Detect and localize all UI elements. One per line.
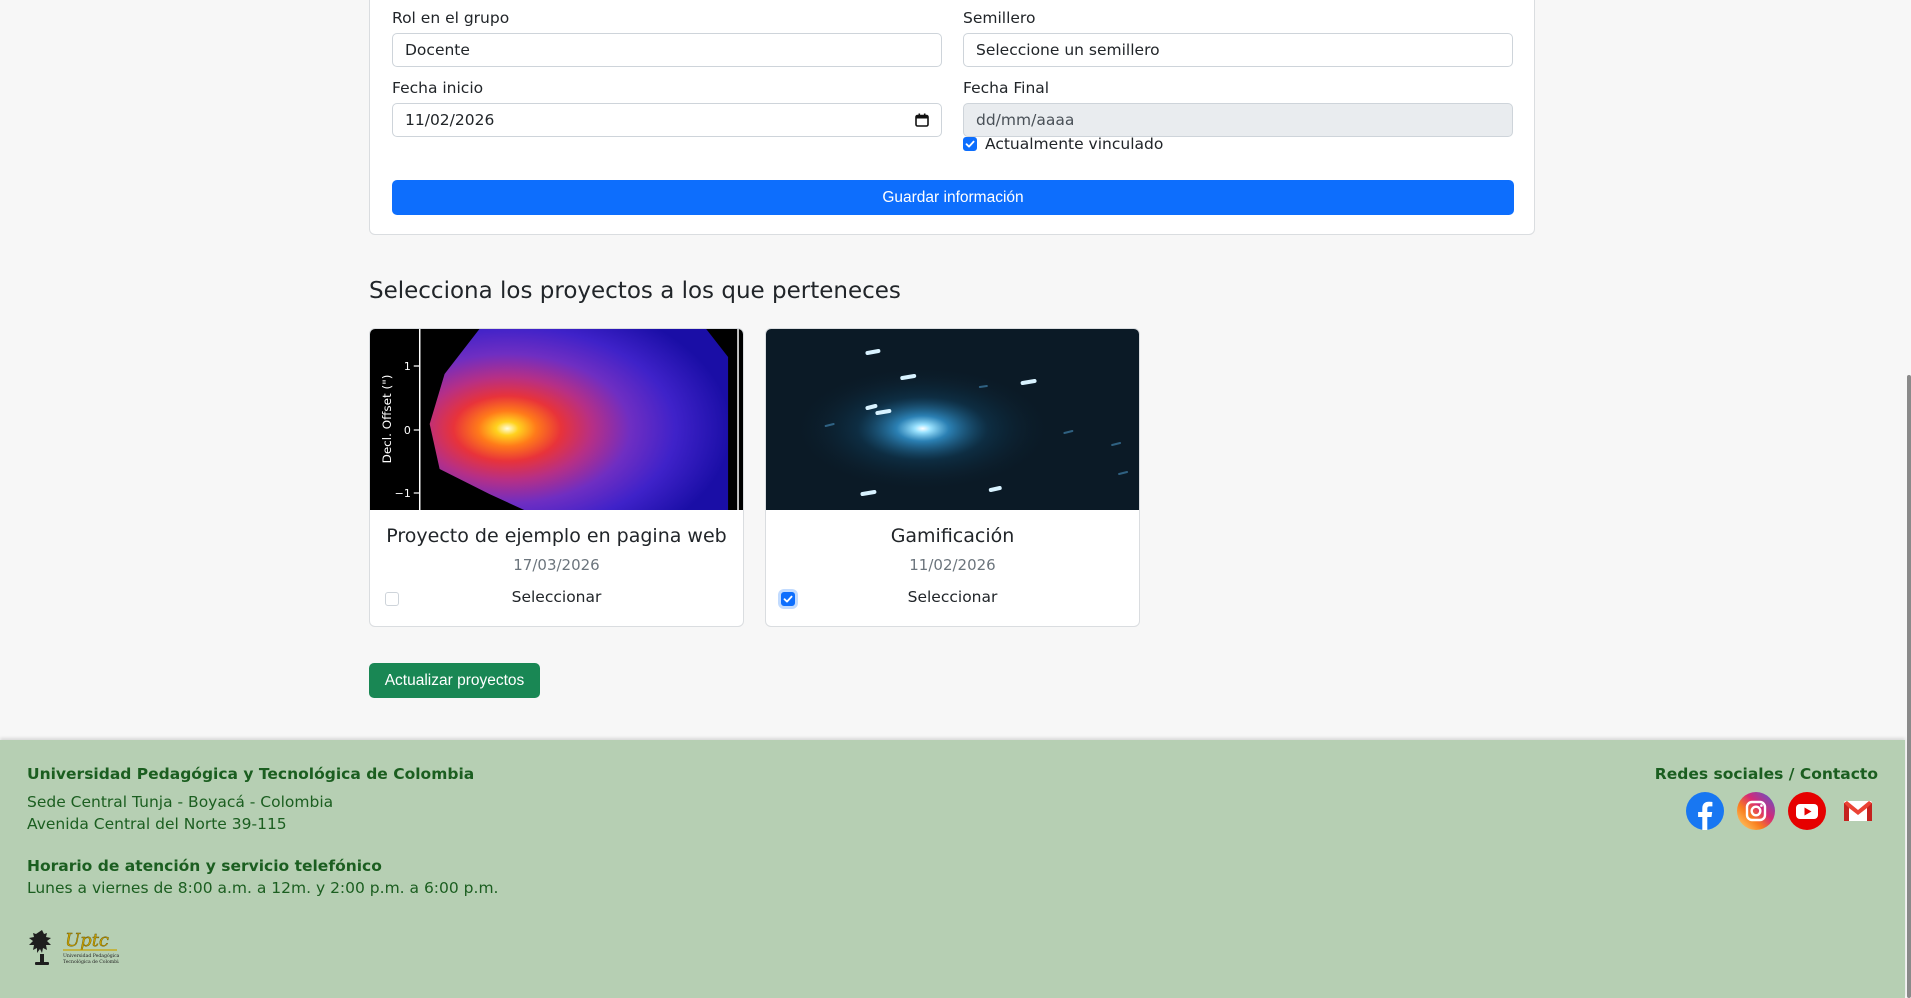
uptc-logo: Uptc Universidad Pedagógica y Tecnológic… bbox=[29, 930, 119, 965]
project-image-comet bbox=[766, 329, 1139, 510]
scrollbar-track[interactable] bbox=[1905, 0, 1911, 998]
svg-text:Tecnológica de Colombia: Tecnológica de Colombia bbox=[63, 958, 119, 965]
plot-tick-label: 1 bbox=[404, 360, 411, 373]
fecha-inicio-input[interactable]: 11/02/2026 bbox=[392, 103, 942, 137]
update-projects-button[interactable]: Actualizar proyectos bbox=[369, 663, 540, 698]
footer-university: Universidad Pedagógica y Tecnológica de … bbox=[27, 765, 475, 783]
rol-input[interactable]: Docente bbox=[392, 33, 942, 67]
fecha-inicio-group: Fecha inicio 11/02/2026 bbox=[392, 79, 942, 137]
project-card: 1 0 −1 Decl. Offset (") Proyecto de ejem… bbox=[369, 328, 744, 627]
semillero-group: Semillero Seleccione un semillero bbox=[963, 9, 1513, 67]
fecha-inicio-value: 11/02/2026 bbox=[405, 111, 495, 129]
footer-address-line2: Avenida Central del Norte 39-115 bbox=[27, 815, 287, 833]
instagram-icon[interactable] bbox=[1736, 791, 1776, 831]
footer-hours-title: Horario de atención y servicio telefónic… bbox=[27, 857, 382, 875]
plot-axis-label: Decl. Offset (") bbox=[380, 375, 394, 464]
project-title: Gamificación bbox=[890, 525, 1015, 547]
calendar-icon[interactable] bbox=[915, 113, 929, 127]
scrollbar-thumb[interactable] bbox=[1907, 375, 1911, 998]
vinculado-row[interactable]: Actualmente vinculado bbox=[963, 135, 1163, 153]
footer-social-title: Redes sociales / Contacto bbox=[1654, 765, 1878, 783]
semillero-value: Seleccione un semillero bbox=[976, 41, 1160, 59]
semillero-select[interactable]: Seleccione un semillero bbox=[963, 33, 1513, 67]
footer: Universidad Pedagógica y Tecnológica de … bbox=[0, 740, 1905, 998]
save-button[interactable]: Guardar información bbox=[392, 180, 1514, 215]
footer-address-line1: Sede Central Tunja - Boyacá - Colombia bbox=[27, 793, 334, 811]
fecha-final-label: Fecha Final bbox=[963, 79, 1050, 97]
semillero-label: Semillero bbox=[963, 9, 1036, 27]
facebook-icon[interactable] bbox=[1685, 791, 1725, 831]
footer-hours-text: Lunes a viernes de 8:00 a.m. a 12m. y 2:… bbox=[27, 879, 499, 897]
gmail-icon[interactable] bbox=[1838, 791, 1878, 831]
vinculo-form-card: Rol en el grupo Docente Semillero Selecc… bbox=[369, 0, 1535, 235]
project-select-row[interactable]: Seleccionar bbox=[370, 583, 743, 613]
rol-label: Rol en el grupo bbox=[392, 9, 510, 27]
check-icon bbox=[965, 140, 975, 148]
youtube-icon[interactable] bbox=[1787, 791, 1827, 831]
vinculado-label: Actualmente vinculado bbox=[985, 135, 1164, 153]
project-card: Gamificación 11/02/2026 Seleccionar bbox=[765, 328, 1140, 627]
projects-title: Selecciona los proyectos a los que perte… bbox=[369, 278, 901, 304]
fecha-final-input[interactable]: dd/mm/aaaa bbox=[963, 103, 1513, 137]
fecha-inicio-label: Fecha inicio bbox=[392, 79, 484, 97]
fecha-final-value: dd/mm/aaaa bbox=[976, 111, 1075, 129]
project-title: Proyecto de ejemplo en pagina web bbox=[386, 525, 727, 547]
project-select-label: Seleccionar bbox=[907, 588, 998, 606]
plot-tick-label: 0 bbox=[404, 424, 411, 437]
project-select-row[interactable]: Seleccionar bbox=[766, 583, 1139, 613]
social-icons bbox=[1685, 791, 1878, 831]
project-date: 17/03/2026 bbox=[513, 556, 600, 574]
project-date: 11/02/2026 bbox=[909, 556, 996, 574]
fecha-final-group: Fecha Final dd/mm/aaaa bbox=[963, 79, 1513, 137]
project-select-label: Seleccionar bbox=[511, 588, 602, 606]
project-image-plot: 1 0 −1 Decl. Offset (") bbox=[370, 329, 743, 510]
rol-value: Docente bbox=[405, 41, 470, 59]
svg-text:Universidad Pedagógica y: Universidad Pedagógica y bbox=[63, 952, 119, 959]
vinculado-checkbox[interactable] bbox=[963, 137, 977, 151]
plot-tick-label: −1 bbox=[395, 487, 411, 500]
rol-group: Rol en el grupo Docente bbox=[392, 9, 942, 67]
svg-text:Uptc: Uptc bbox=[65, 930, 109, 951]
